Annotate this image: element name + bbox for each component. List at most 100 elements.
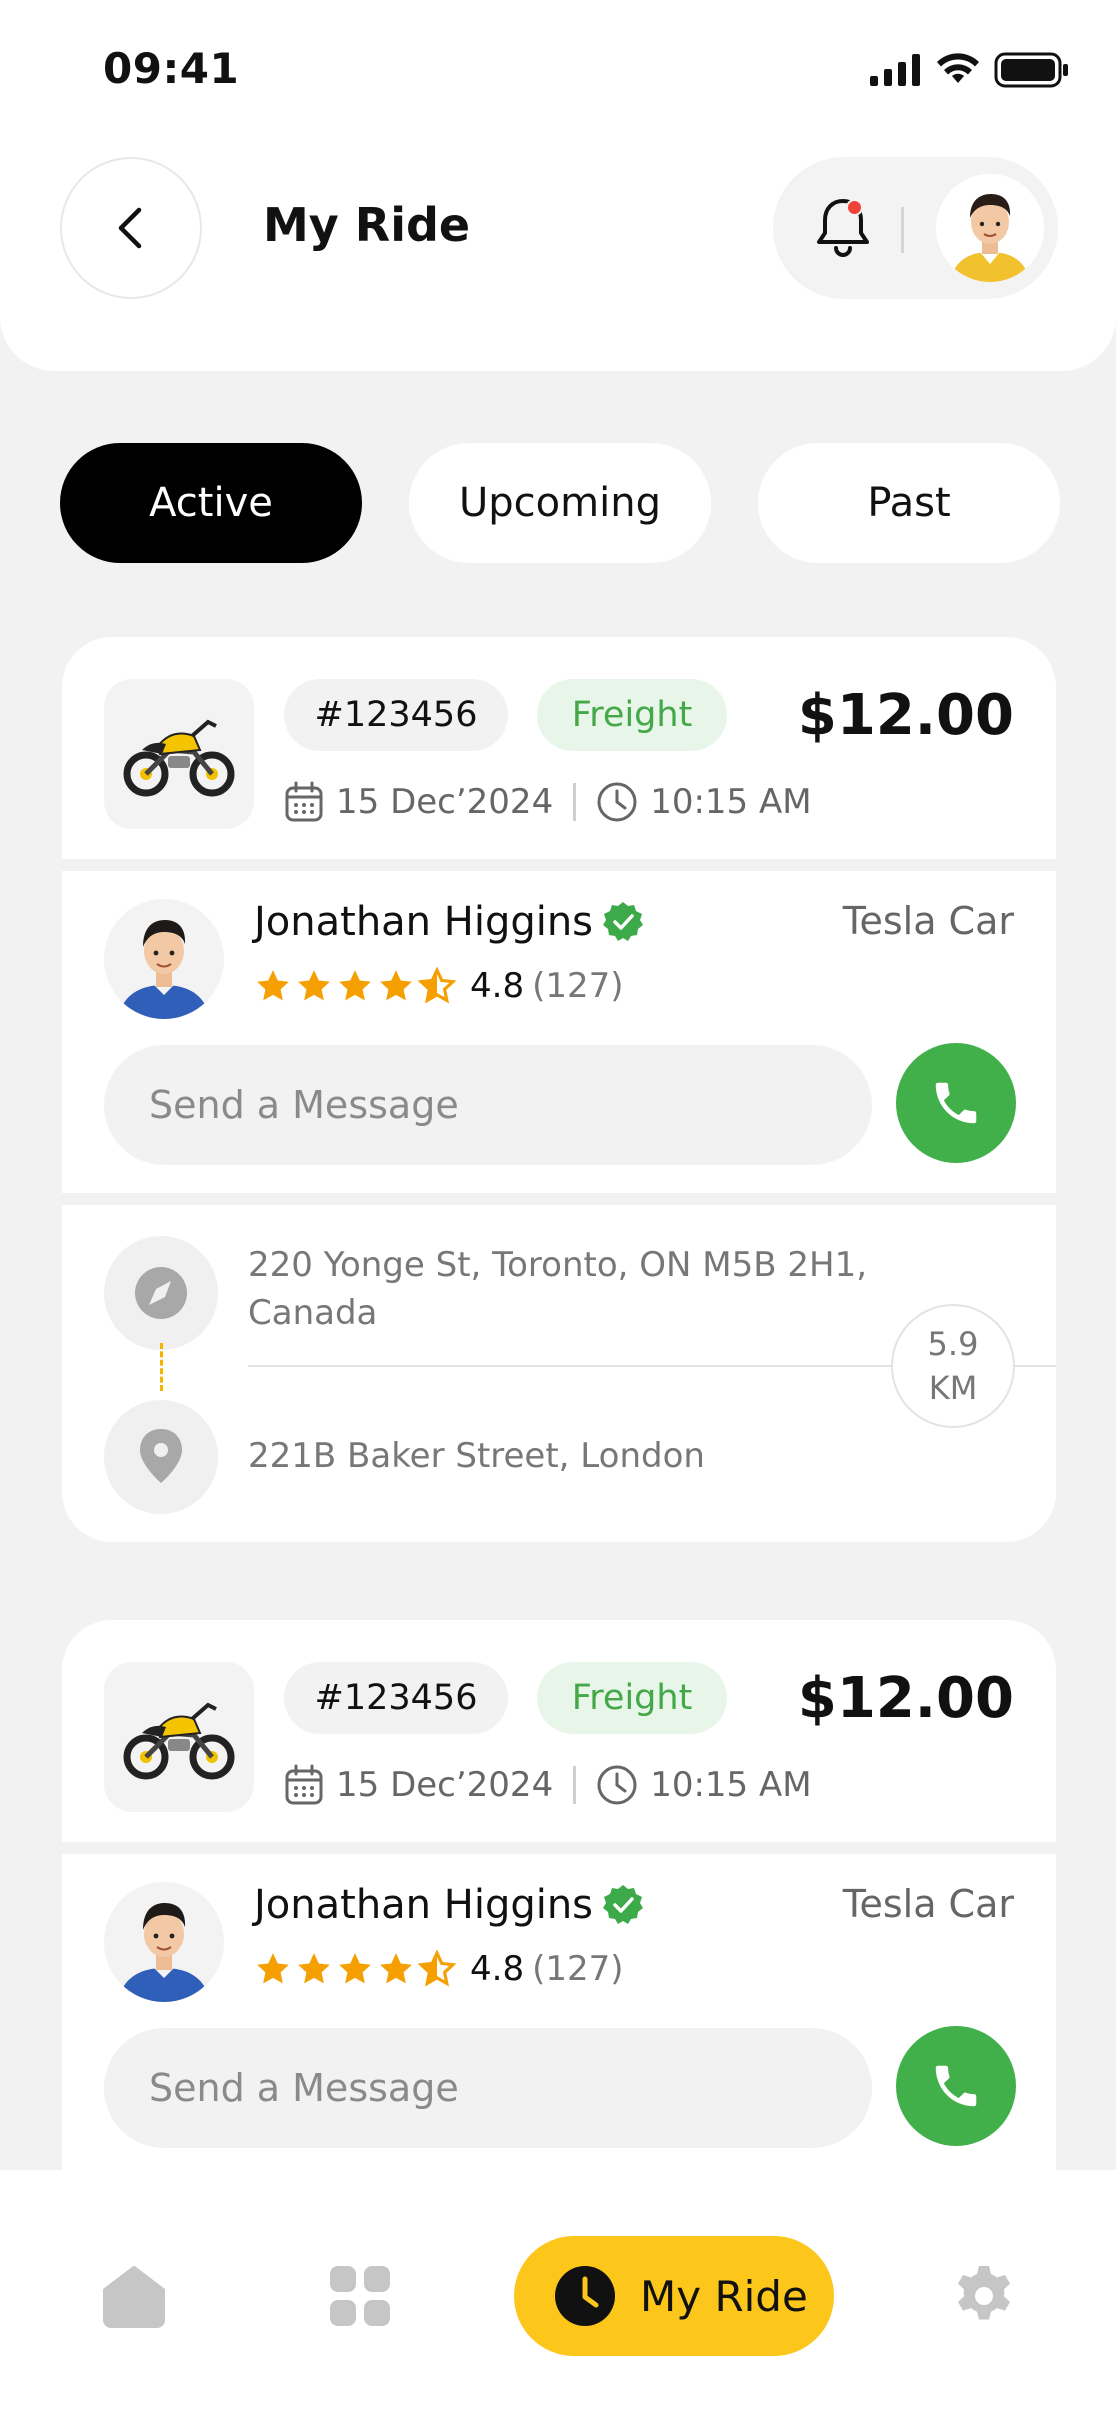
ride-datetime: 15 Dec’2024 10:15 AM: [284, 777, 812, 827]
driver-rating: 4.8 (127): [254, 1946, 624, 1992]
section-divider: [62, 1842, 1056, 1854]
grid-icon: [330, 2266, 390, 2326]
star-icon: [257, 970, 289, 1001]
ride-datetime: 15 Dec’2024 10:15 AM: [284, 1760, 812, 1810]
compass-icon: [135, 1267, 187, 1319]
star-icon: [380, 1953, 412, 1984]
bell-icon[interactable]: [813, 193, 873, 263]
driver-avatar-image: [104, 899, 224, 1019]
ride-time: 10:15 AM: [650, 1765, 812, 1805]
nav-my-ride-label: My Ride: [640, 2271, 808, 2321]
bottom-nav: My Ride: [0, 2170, 1116, 2412]
location-pin-icon: [140, 1429, 182, 1483]
calendar-icon: [284, 781, 324, 823]
distance-badge: 5.9 KM: [891, 1304, 1015, 1428]
ride-card[interactable]: #123456 Freight $12.00 15 Dec’2024 10:15…: [62, 637, 1056, 1542]
call-button[interactable]: [896, 2026, 1016, 2146]
dropoff-marker: [104, 1400, 218, 1514]
driver-name-row: Jonathan Higgins: [254, 1882, 645, 1928]
driver-avatar: [104, 899, 224, 1019]
signal-icon: [870, 54, 920, 86]
nav-home[interactable]: [98, 2260, 170, 2332]
ride-price: $12.00: [797, 1666, 1014, 1731]
ride-date: 15 Dec’2024: [336, 1765, 554, 1805]
phone-icon: [935, 2065, 977, 2107]
home-icon: [103, 2266, 165, 2328]
header-actions: [773, 157, 1058, 299]
pickup-marker: [104, 1236, 218, 1350]
message-input[interactable]: [104, 2028, 872, 2148]
ride-time: 10:15 AM: [650, 782, 812, 822]
motorcycle-icon: [123, 1702, 235, 1780]
motorcycle-icon: [123, 719, 235, 797]
star-icon: [298, 1953, 330, 1984]
nav-my-ride[interactable]: My Ride: [514, 2236, 834, 2356]
dropoff-address: 221B Baker Street, London: [248, 1436, 705, 1476]
nav-grid[interactable]: [324, 2260, 396, 2332]
rating-value: 4.8: [470, 1949, 525, 1989]
star-icon: [339, 1953, 371, 1984]
user-avatar[interactable]: [936, 174, 1044, 282]
ride-price: $12.00: [797, 683, 1014, 748]
back-button[interactable]: [60, 157, 202, 299]
calendar-icon: [284, 1764, 324, 1806]
rating-value: 4.8: [470, 966, 525, 1006]
verified-badge-icon: [603, 902, 644, 941]
verified-badge-icon: [603, 1885, 644, 1924]
user-avatar-image: [936, 174, 1044, 282]
driver-name: Jonathan Higgins: [254, 1882, 594, 1928]
phone-icon: [935, 1082, 977, 1124]
distance-value: 5.9: [927, 1325, 979, 1363]
clock-icon: [596, 781, 638, 823]
ride-id-badge: #123456: [284, 679, 508, 751]
star-icon: [298, 970, 330, 1001]
half-star-icon: [418, 1950, 456, 1987]
battery-icon: [994, 52, 1068, 88]
pickup-address: 220 Yonge St, Toronto, ON M5B 2H1, Canad…: [248, 1245, 868, 1333]
star-icon: [339, 970, 371, 1001]
vehicle-thumbnail: [104, 679, 254, 829]
rating-count: (127): [532, 1949, 624, 1989]
vehicle-thumbnail: [104, 1662, 254, 1812]
rating-stars: [254, 967, 456, 1005]
driver-avatar: [104, 1882, 224, 2002]
gear-icon: [958, 2266, 1010, 2320]
notification-dot: [846, 199, 863, 216]
status-icons: [870, 48, 1070, 92]
section-divider: [62, 859, 1056, 871]
chevron-left-icon: [118, 207, 142, 249]
rating-count: (127): [532, 966, 624, 1006]
distance-unit: KM: [928, 1369, 978, 1407]
star-icon: [257, 1953, 289, 1984]
tab-active[interactable]: Active: [60, 443, 362, 563]
clock-icon: [555, 2266, 615, 2326]
ride-type-badge: Freight: [537, 1662, 727, 1734]
status-time: 09:41: [103, 44, 240, 93]
driver-name-row: Jonathan Higgins: [254, 899, 645, 945]
meta-divider: [573, 783, 577, 821]
clock-icon: [596, 1764, 638, 1806]
header-divider: [901, 207, 904, 253]
half-star-icon: [418, 967, 456, 1004]
tab-past[interactable]: Past: [758, 443, 1060, 563]
ride-type-badge: Freight: [537, 679, 727, 751]
vehicle-name: Tesla Car: [842, 1882, 1014, 1926]
meta-divider: [573, 1766, 577, 1804]
tab-upcoming[interactable]: Upcoming: [409, 443, 711, 563]
section-divider: [62, 1193, 1056, 1205]
app-header: 09:41 My Ride: [0, 0, 1116, 371]
call-button[interactable]: [896, 1043, 1016, 1163]
wifi-icon: [937, 53, 979, 83]
driver-rating: 4.8 (127): [254, 963, 624, 1009]
rating-stars: [254, 1950, 456, 1988]
driver-name: Jonathan Higgins: [254, 899, 594, 945]
message-input[interactable]: [104, 1045, 872, 1165]
ride-date: 15 Dec’2024: [336, 782, 554, 822]
nav-settings[interactable]: [948, 2260, 1020, 2332]
ride-id-badge: #123456: [284, 1662, 508, 1734]
driver-avatar-image: [104, 1882, 224, 2002]
vehicle-name: Tesla Car: [842, 899, 1014, 943]
ride-card[interactable]: #123456 Freight $12.00 15 Dec’2024 10:15…: [62, 1620, 1056, 2220]
route-connector: [160, 1343, 163, 1391]
page-title: My Ride: [263, 198, 471, 252]
